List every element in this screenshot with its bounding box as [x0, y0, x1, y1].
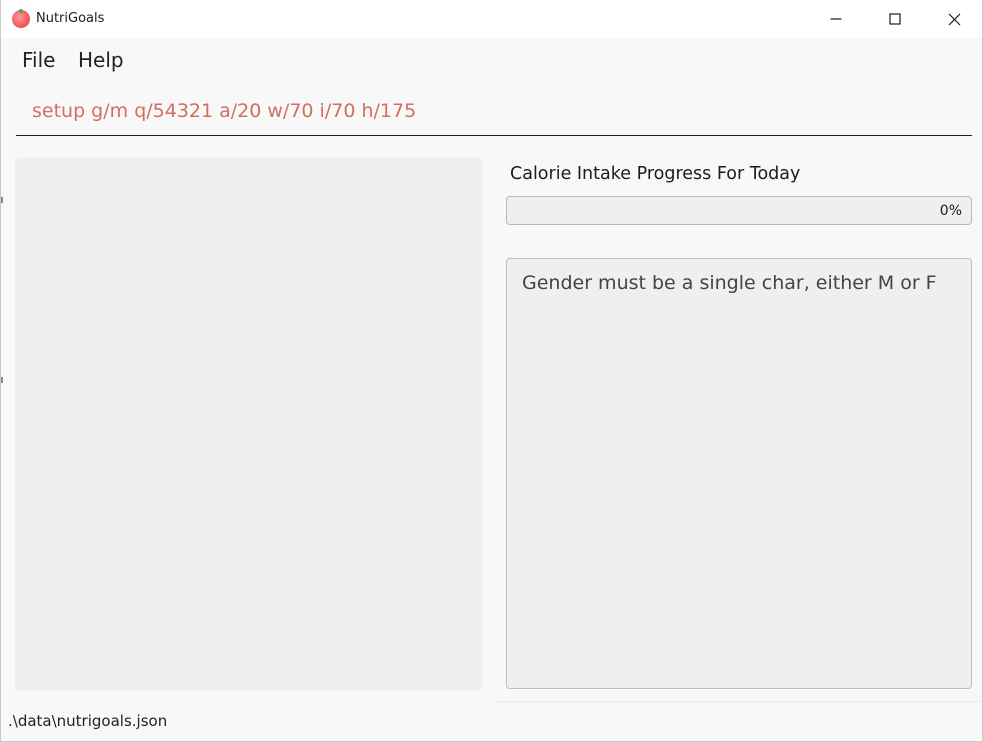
result-message: Gender must be a single char, either M o… — [522, 272, 937, 294]
tomato-icon — [12, 9, 30, 28]
result-display[interactable]: Gender must be a single char, either M o… — [506, 258, 972, 689]
divider — [495, 701, 982, 702]
title-bar[interactable]: NutriGoals — [1, 0, 982, 38]
command-input-value: setup g/m q/54321 a/20 w/70 i/70 h/175 — [32, 100, 417, 122]
menu-help[interactable]: Help — [78, 48, 124, 72]
progress-percent: 0% — [939, 203, 962, 219]
status-file-path: .\data\nutrigoals.json — [8, 712, 168, 730]
menu-file[interactable]: File — [22, 48, 55, 72]
window-title: NutriGoals — [36, 11, 105, 26]
minimize-icon — [830, 18, 842, 20]
command-input[interactable]: setup g/m q/54321 a/20 w/70 i/70 h/175 — [16, 92, 972, 136]
window-edge-mark — [1, 377, 3, 383]
progress-label: Calorie Intake Progress For Today — [510, 164, 801, 184]
minimize-button[interactable] — [813, 0, 859, 38]
food-list-panel[interactable] — [15, 158, 482, 690]
maximize-icon — [889, 13, 901, 25]
close-icon — [948, 13, 960, 25]
calorie-progress-bar: 0% — [506, 196, 972, 225]
menu-bar: File Help — [1, 40, 982, 80]
close-button[interactable] — [931, 0, 977, 38]
app-window: NutriGoals File Help setup g/m q/54321 a… — [0, 0, 983, 742]
maximize-button[interactable] — [872, 0, 918, 38]
window-edge-mark — [1, 197, 3, 203]
